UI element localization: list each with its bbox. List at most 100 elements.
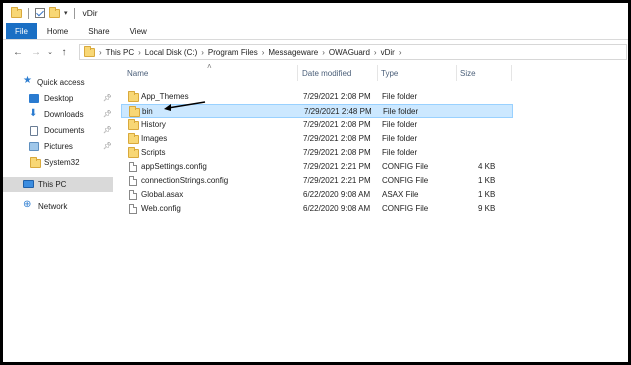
explorer-window: ▾ vDir File Home Share View ← → ⌄ ↑ › Th… [0,0,631,365]
pictures-icon [29,142,39,151]
pin-icon[interactable]: 📌︎ [103,94,112,102]
breadcrumb-separator: › [373,47,377,57]
tab-home[interactable]: Home [37,23,78,39]
pin-icon[interactable]: 📌︎ [103,142,112,150]
file-type: CONFIG File [382,204,429,213]
file-row[interactable]: Scripts 7/29/2021 2:08 PM File folder [121,146,513,160]
folder-icon [128,147,139,158]
sidebar-item-system32[interactable]: System32 [3,155,113,170]
network-icon: ⊕ [23,199,32,210]
file-icon [129,190,137,200]
divider [73,7,75,19]
file-size: 1 KB [478,176,496,185]
sidebar-item-label: Quick access [37,78,85,87]
divider [28,7,29,19]
address-bar[interactable]: › This PC › Local Disk (C:) › Program Fi… [79,44,627,60]
breadcrumb-owaguard[interactable]: OWAGuard [329,48,370,57]
file-row[interactable]: History 7/29/2021 2:08 PM File folder [121,118,513,132]
breadcrumb-separator: › [261,47,265,57]
file-date-modified: 7/29/2021 2:08 PM [303,134,371,143]
sidebar-item-downloads[interactable]: ⬇ Downloads 📌︎ [3,107,113,122]
file-type: File folder [382,148,418,157]
column-header-date-modified[interactable]: Date modified [302,65,377,81]
file-size: 9 KB [478,204,496,213]
pin-icon[interactable]: 📌︎ [103,110,112,118]
file-icon [129,176,137,186]
breadcrumb-separator: › [322,47,325,57]
desktop-icon [29,94,39,103]
column-divider[interactable] [297,65,298,81]
file-name: Global.asax [141,190,184,199]
computer-icon [23,180,34,188]
navigation-pane: ★ Quick access Desktop 📌︎ ⬇ Downloads 📌︎… [3,65,115,362]
tab-file[interactable]: File [6,23,37,39]
file-date-modified: 7/29/2021 2:21 PM [303,162,371,171]
pin-icon[interactable]: 📌︎ [103,126,112,134]
folder-icon [128,91,139,102]
column-divider[interactable] [511,65,512,81]
tab-share[interactable]: Share [78,23,119,39]
column-header-type[interactable]: Type [381,65,456,81]
file-row[interactable]: appSettings.config 7/29/2021 2:21 PM CONFI… [121,160,513,174]
file-name: History [141,120,166,129]
file-date-modified: 7/29/2021 2:08 PM [303,120,371,129]
file-date-modified: 7/29/2021 2:08 PM [303,148,371,157]
file-name: bin [142,107,153,116]
title-bar: ▾ vDir [3,3,628,23]
customize-toolbar-icon[interactable]: ▾ [64,9,68,17]
column-divider[interactable] [377,65,378,81]
breadcrumb-separator: › [138,47,141,57]
column-header-name[interactable]: Name [127,65,297,81]
file-type: CONFIG File [382,162,429,171]
breadcrumb-separator: › [99,47,102,57]
file-type: File folder [382,120,418,129]
up-arrow-icon[interactable]: ↑ [55,47,73,58]
forward-arrow-icon[interactable]: → [27,47,45,58]
file-name: Scripts [141,148,166,157]
tab-view[interactable]: View [120,23,157,39]
file-size: 4 KB [478,162,496,171]
file-date-modified: 7/29/2021 2:21 PM [303,176,371,185]
sidebar-item-this-pc[interactable]: This PC [3,177,113,192]
sidebar-item-network[interactable]: ⊕ Network [3,199,113,214]
sidebar-item-quick-access[interactable]: ★ Quick access [3,75,113,90]
folder-icon [11,6,22,18]
file-row[interactable]: connectionStrings.config 7/29/2021 2:21 P… [121,174,513,188]
properties-icon[interactable] [35,8,45,18]
folder-icon [84,45,95,57]
breadcrumb-this-pc[interactable]: This PC [106,48,134,57]
column-header-size[interactable]: Size [460,65,510,81]
file-icon [129,204,137,214]
file-type: CONFIG File [382,176,429,185]
file-type: File folder [382,134,418,143]
breadcrumb-local-disk[interactable]: Local Disk (C:) [145,48,197,57]
breadcrumb-program-files[interactable]: Program Files [208,48,258,57]
window-title: vDir [82,8,98,18]
breadcrumb-messageware[interactable]: Messageware [268,48,318,57]
breadcrumb-vdir[interactable]: vDir [381,48,395,57]
sidebar-item-label: Desktop [44,94,74,103]
sidebar-item-pictures[interactable]: Pictures 📌︎ [3,139,113,154]
folder-icon [30,157,41,168]
sidebar-item-label: Network [38,202,68,211]
file-icon [129,162,137,172]
sidebar-item-documents[interactable]: Documents 📌︎ [3,123,113,138]
column-divider[interactable] [456,65,457,81]
file-date-modified: 7/29/2021 2:08 PM [303,92,371,101]
file-row[interactable]: Web.config 6/22/2020 9:08 AM CONFIG File 9 … [121,202,513,216]
file-row[interactable]: Images 7/29/2021 2:08 PM File folder [121,132,513,146]
file-name: connectionStrings.config [141,176,229,185]
file-row[interactable]: Global.asax 6/22/2020 9:08 AM ASAX File 1 K… [121,188,513,202]
file-name: appSettings.config [141,162,207,171]
new-folder-icon[interactable] [49,6,60,18]
folder-icon [128,119,139,130]
ribbon-tabs: File Home Share View [3,23,628,40]
file-size: 1 KB [478,190,496,199]
back-arrow-icon[interactable]: ← [9,47,27,58]
sidebar-item-label: Documents [44,126,85,135]
file-type: ASAX File [382,190,419,199]
recent-locations-icon[interactable]: ⌄ [45,48,55,56]
sidebar-item-desktop[interactable]: Desktop 📌︎ [3,91,113,106]
file-type: File folder [383,107,419,116]
breadcrumb-separator: › [398,47,402,57]
